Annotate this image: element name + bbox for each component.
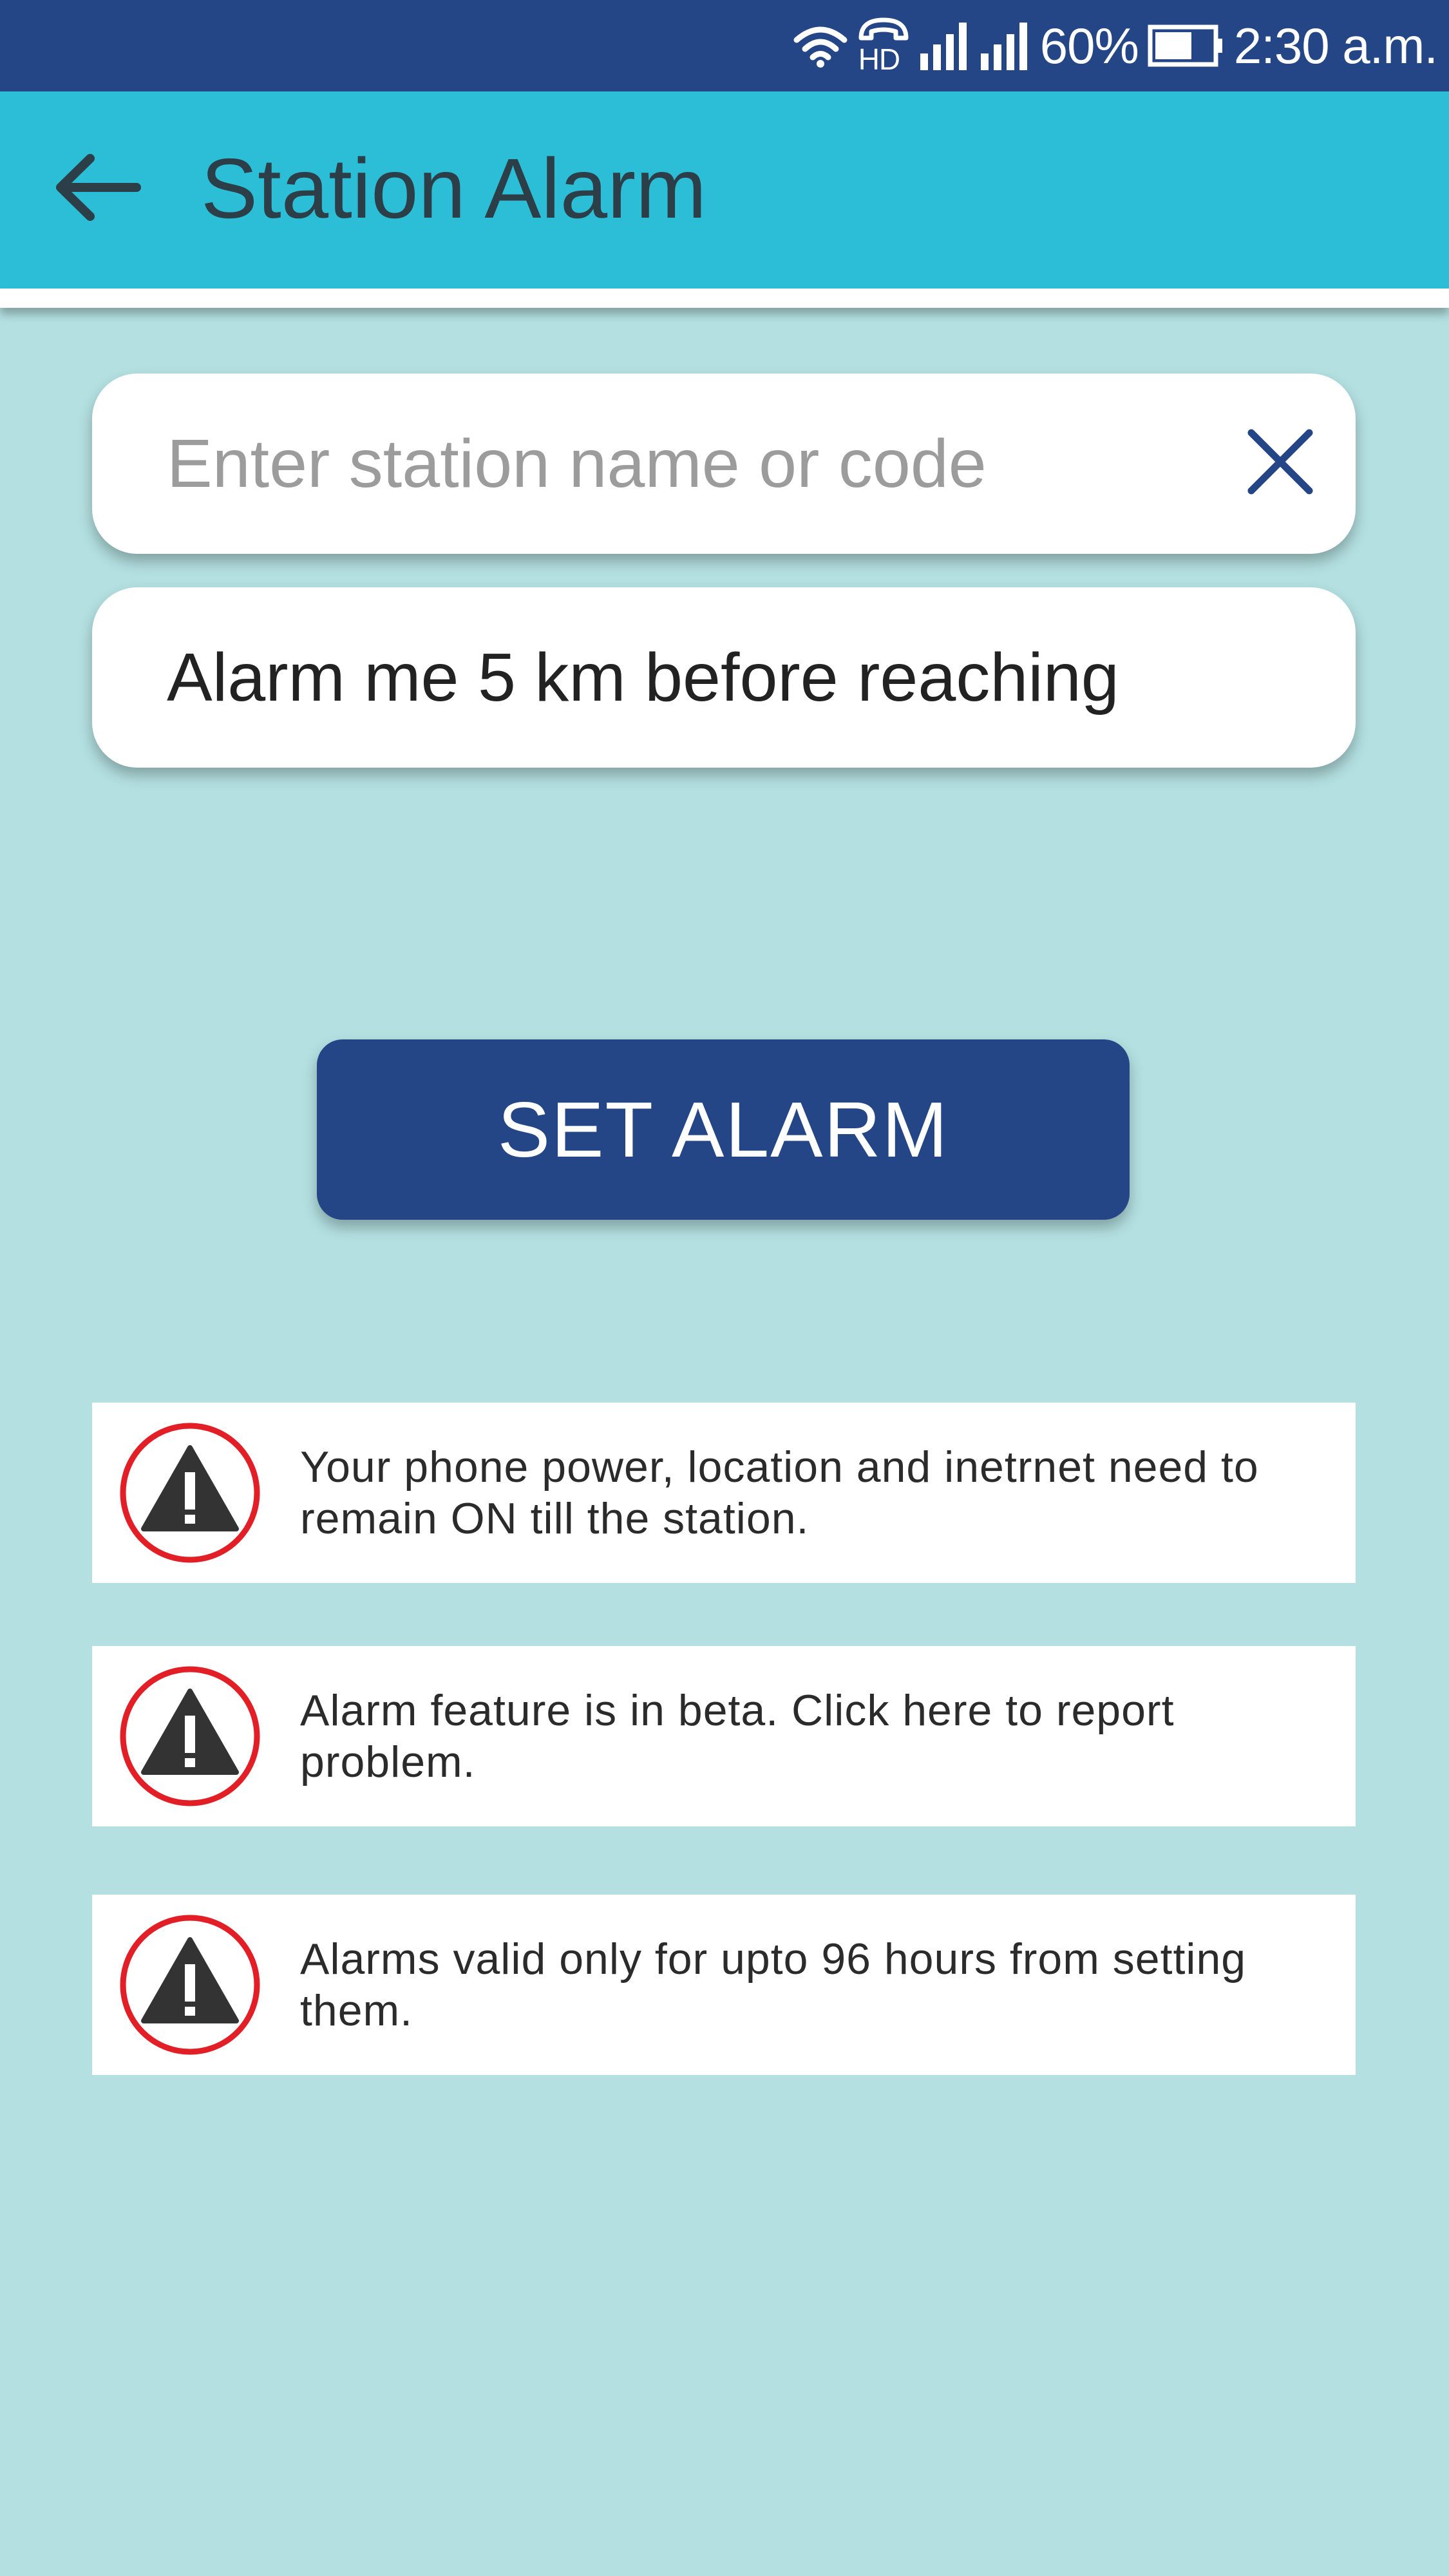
station-search-box — [92, 374, 1356, 554]
close-icon — [1245, 426, 1316, 500]
notice-text: Your phone power, location and inetrnet … — [300, 1443, 1259, 1543]
page-title: Station Alarm — [201, 141, 707, 236]
station-search-input[interactable] — [167, 412, 1197, 515]
alarm-distance-label: Alarm me 5 km before reaching — [167, 639, 1119, 715]
clear-button[interactable] — [1238, 421, 1322, 505]
back-button[interactable] — [53, 144, 143, 234]
notice-item: Your phone power, location and inetrnet … — [92, 1403, 1356, 1583]
clock: 2:30 a.m. — [1233, 17, 1438, 74]
signal-icon — [980, 21, 1031, 70]
notice-text: Alarm feature is in beta. Click here to … — [300, 1686, 1175, 1786]
set-alarm-button[interactable]: SET ALARM — [317, 1039, 1130, 1220]
arrow-left-icon — [53, 152, 143, 226]
warning-icon — [118, 1664, 262, 1808]
status-icons: HD 60% 2:30 a.m. — [793, 0, 1438, 91]
hd-label: HD — [858, 43, 900, 76]
battery-icon — [1148, 24, 1225, 67]
notice-text: Alarms valid only for upto 96 hours from… — [300, 1935, 1247, 2035]
battery-percent: 60% — [1039, 17, 1139, 74]
wifi-icon — [793, 23, 848, 68]
notice-item: Alarms valid only for upto 96 hours from… — [92, 1895, 1356, 2075]
report-problem-notice[interactable]: Alarm feature is in beta. Click here to … — [92, 1646, 1356, 1826]
warning-icon — [118, 1913, 262, 2057]
hd-call-icon: HD — [857, 15, 910, 77]
alarm-distance-selector[interactable]: Alarm me 5 km before reaching — [92, 587, 1356, 768]
warning-icon — [118, 1421, 262, 1565]
app-bar-divider — [0, 289, 1449, 308]
status-bar: HD 60% 2:30 a.m. — [0, 0, 1449, 91]
signal-icon — [919, 21, 971, 70]
